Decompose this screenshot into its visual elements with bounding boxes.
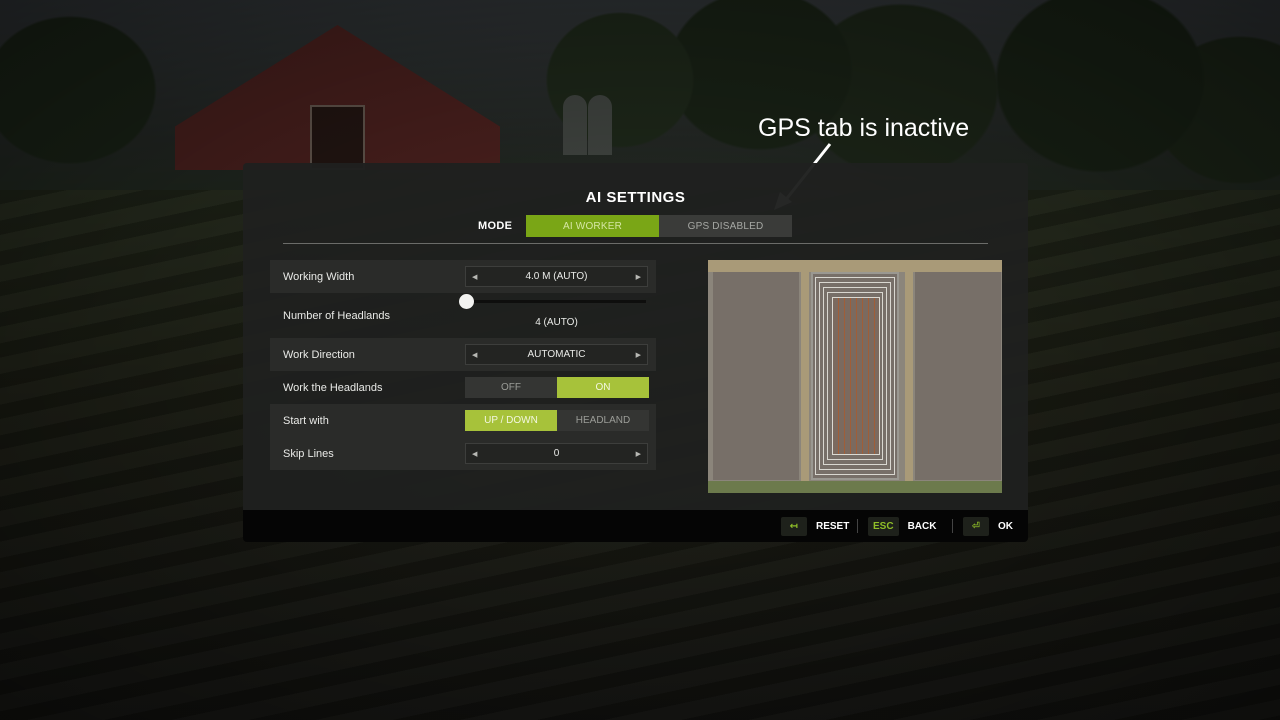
mode-selector: MODE AI WORKER GPS DISABLED <box>478 215 792 237</box>
setting-label: Working Width <box>283 270 355 283</box>
setting-row-headlands: Number of Headlands 4 (AUTO) <box>270 293 656 338</box>
work-headlands-toggle: OFF ON <box>465 377 649 398</box>
road <box>801 260 809 493</box>
left-arrow-icon[interactable]: ◀ <box>472 273 477 281</box>
tab-ai-worker[interactable]: AI WORKER <box>526 215 659 237</box>
footer-separator <box>952 519 953 533</box>
settings-list: Working Width ◀ 4.0 M (AUTO) ▶ Number of… <box>270 260 656 470</box>
setting-label: Start with <box>283 414 329 427</box>
option-headland[interactable]: HEADLAND <box>557 410 649 431</box>
right-arrow-icon[interactable]: ▶ <box>636 273 641 281</box>
setting-label: Skip Lines <box>283 447 334 460</box>
road <box>905 260 913 493</box>
setting-row-work-direction: Work Direction ◀ AUTOMATIC ▶ <box>270 338 656 371</box>
working-width-stepper[interactable]: ◀ 4.0 M (AUTO) ▶ <box>465 266 648 287</box>
setting-label: Work the Headlands <box>283 381 383 394</box>
ok-label: OK <box>998 521 1013 532</box>
stepper-value: 4.0 M (AUTO) <box>525 271 588 282</box>
right-arrow-icon[interactable]: ▶ <box>636 351 641 359</box>
esc-key-icon: ESC <box>868 517 899 536</box>
skip-lines-stepper[interactable]: ◀ 0 ▶ <box>465 443 648 464</box>
annotation-text: GPS tab is inactive <box>758 114 970 142</box>
stepper-value: AUTOMATIC <box>527 349 586 360</box>
setting-row-work-headlands: Work the Headlands OFF ON <box>270 371 656 404</box>
option-off[interactable]: OFF <box>465 377 557 398</box>
setting-row-start-with: Start with UP / DOWN HEADLAND <box>270 404 656 437</box>
setting-label: Number of Headlands <box>283 309 391 322</box>
right-arrow-icon[interactable]: ▶ <box>636 450 641 458</box>
setting-label: Work Direction <box>283 348 355 361</box>
dialog-title: AI SETTINGS <box>585 189 686 206</box>
mode-label: MODE <box>478 220 513 232</box>
back-button[interactable]: ESC BACK <box>868 517 936 536</box>
field-pattern-preview <box>708 260 1002 493</box>
start-with-toggle: UP / DOWN HEADLAND <box>465 410 649 431</box>
reset-arrow-icon: ↤ <box>781 517 807 536</box>
headlands-slider-track[interactable] <box>466 300 646 303</box>
option-up-down[interactable]: UP / DOWN <box>465 410 557 431</box>
headlands-slider-handle[interactable] <box>458 294 474 309</box>
left-arrow-icon[interactable]: ◀ <box>472 450 477 458</box>
reset-button[interactable]: ↤ RESET <box>781 517 849 536</box>
option-on[interactable]: ON <box>557 377 649 398</box>
neighbor-field <box>713 272 799 480</box>
work-direction-stepper[interactable]: ◀ AUTOMATIC ▶ <box>465 344 648 365</box>
work-lines <box>832 297 880 455</box>
left-arrow-icon[interactable]: ◀ <box>472 351 477 359</box>
road <box>708 260 1002 272</box>
ai-settings-dialog: AI SETTINGS MODE AI WORKER GPS DISABLED … <box>243 163 1028 510</box>
reset-label: RESET <box>816 521 850 532</box>
stepper-value: 0 <box>553 448 560 459</box>
footer-separator <box>857 519 858 533</box>
setting-row-skip-lines: Skip Lines ◀ 0 ▶ <box>270 437 656 470</box>
dialog-footer: ↤ RESET ESC BACK ⏎ OK <box>243 510 1028 542</box>
tab-gps-disabled[interactable]: GPS DISABLED <box>659 215 792 237</box>
grass-edge <box>708 481 1002 493</box>
back-label: BACK <box>907 521 937 532</box>
enter-key-icon: ⏎ <box>963 517 989 536</box>
divider <box>283 243 988 244</box>
slider-value: 4 (AUTO) <box>535 317 578 328</box>
ok-button[interactable]: ⏎ OK <box>963 517 1013 536</box>
setting-row-working-width: Working Width ◀ 4.0 M (AUTO) ▶ <box>270 260 656 293</box>
neighbor-field <box>915 272 1001 480</box>
